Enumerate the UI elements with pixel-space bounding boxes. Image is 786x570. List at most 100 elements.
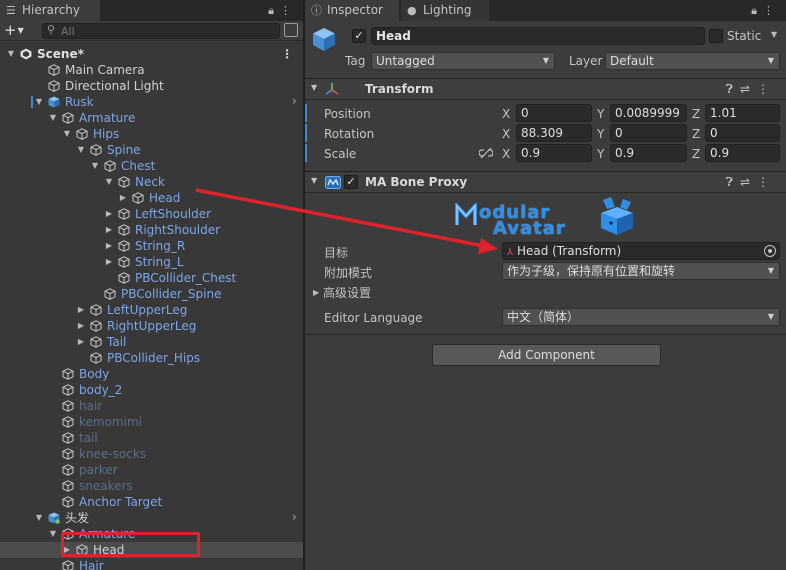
hierarchy-row[interactable]: ▶ String_L <box>0 254 303 270</box>
search-input[interactable] <box>61 24 271 38</box>
expand-right-icon[interactable]: ▶ <box>104 222 114 238</box>
hierarchy-row[interactable]: ▼ Spine <box>0 142 303 158</box>
expand-right-icon[interactable]: ▶ <box>118 190 128 206</box>
foldout-arrow-icon[interactable]: ▼ <box>311 176 317 185</box>
expand-right-icon[interactable]: ▶ <box>104 206 114 222</box>
filter-icon[interactable] <box>284 23 298 37</box>
hierarchy-row[interactable]: body_2 <box>0 382 303 398</box>
expand-down-icon[interactable]: ▼ <box>62 126 72 142</box>
hierarchy-row[interactable]: ▶ RightShoulder <box>0 222 303 238</box>
lock-icon[interactable]: 🔒︎ <box>751 4 763 17</box>
bone-proxy-header[interactable]: ▼ ✓ MA Bone Proxy ❓︎⇌⋮ <box>305 171 786 193</box>
expand-down-icon[interactable]: ▼ <box>48 526 58 542</box>
chevron-down-icon[interactable]: ▼ <box>771 30 777 39</box>
expand-right-icon[interactable]: ▶ <box>104 254 114 270</box>
target-label: 目标 <box>324 246 349 260</box>
hierarchy-row[interactable]: Hair <box>0 558 303 570</box>
expand-down-icon[interactable]: ▼ <box>76 142 86 158</box>
static-checkbox[interactable] <box>709 29 723 43</box>
info-icon: ⓘ <box>311 4 322 17</box>
position-x-field[interactable]: 0 <box>516 104 592 122</box>
expand-down-icon[interactable]: ▼ <box>34 510 44 526</box>
hierarchy-row[interactable]: tail <box>0 430 303 446</box>
kebab-menu-icon[interactable]: ⋮ <box>757 82 776 96</box>
override-marker <box>305 104 307 122</box>
kebab-menu-icon[interactable]: ⋮ <box>280 4 297 17</box>
hierarchy-row[interactable]: PBCollider_Hips <box>0 350 303 366</box>
hierarchy-row[interactable]: ▼ Chest <box>0 158 303 174</box>
constrain-proportions-icon[interactable] <box>479 147 493 159</box>
tag-dropdown[interactable]: Untagged ▼ <box>371 52 555 70</box>
add-component-button[interactable]: Add Component <box>432 344 661 366</box>
transform-header[interactable]: ▼ Transform ❓︎⇌⋮ <box>305 78 786 100</box>
hierarchy-row[interactable]: Main Camera <box>0 62 303 78</box>
hierarchy-row[interactable]: ▶ Tail <box>0 334 303 350</box>
attach-mode-dropdown[interactable]: 作为子级，保持原有位置和旋转 ▼ <box>502 262 780 280</box>
expand-down-icon[interactable]: ▼ <box>104 174 114 190</box>
rotation-x-field[interactable]: 88.309 <box>516 124 592 142</box>
expand-right-icon[interactable]: ▶ <box>104 238 114 254</box>
object-name-field[interactable]: Head <box>371 27 705 45</box>
hierarchy-row[interactable]: ▶ String_R <box>0 238 303 254</box>
hierarchy-row[interactable]: kemomimi <box>0 414 303 430</box>
target-object-field[interactable]: ⅄ Head (Transform) <box>502 242 780 260</box>
scale-x-field[interactable]: 0.9 <box>516 144 592 162</box>
advanced-settings-foldout[interactable]: ▶ 高级设置 <box>313 284 371 300</box>
hierarchy-row[interactable]: PBCollider_Chest <box>0 270 303 286</box>
expand-right-icon[interactable]: ▶ <box>76 302 86 318</box>
static-label: Static <box>727 29 762 43</box>
position-z-field[interactable]: 1.01 <box>705 104 780 122</box>
expand-down-icon[interactable]: ▼ <box>34 94 44 110</box>
position-y-field[interactable]: 0.0089999 <box>610 104 687 122</box>
hierarchy-row[interactable]: Anchor Target <box>0 494 303 510</box>
expand-down-icon[interactable]: ▼ <box>48 110 58 126</box>
hierarchy-row[interactable]: ▶ Head <box>0 190 303 206</box>
expand-right-icon[interactable]: ▶ <box>76 318 86 334</box>
kebab-menu-icon[interactable]: ⋮ <box>763 4 780 17</box>
hierarchy-row[interactable]: Directional Light <box>0 78 303 94</box>
hierarchy-row[interactable]: parker <box>0 462 303 478</box>
hierarchy-search[interactable]: ⚲ <box>42 23 280 39</box>
help-icon[interactable]: ❓︎ <box>726 175 740 189</box>
object-picker-icon[interactable] <box>764 245 776 257</box>
hierarchy-row[interactable]: ▶ RightUpperLeg <box>0 318 303 334</box>
kebab-menu-icon[interactable]: ⋮ <box>757 175 776 189</box>
tab-lighting[interactable]: ● Lighting <box>401 0 489 21</box>
layer-dropdown[interactable]: Default ▼ <box>605 52 780 70</box>
hierarchy-row[interactable]: hair <box>0 398 303 414</box>
hierarchy-row[interactable]: ▼ Armature <box>0 110 303 126</box>
tab-hierarchy[interactable]: ☰ Hierarchy <box>0 0 100 21</box>
rotation-y-field[interactable]: 0 <box>610 124 687 142</box>
rotation-z-field[interactable]: 0 <box>705 124 780 142</box>
create-button[interactable]: +▼ <box>4 22 24 39</box>
open-prefab-chevron-icon[interactable]: › <box>292 510 297 526</box>
preset-icon[interactable]: ⇌ <box>740 175 757 189</box>
expand-right-icon[interactable]: ▶ <box>76 334 86 350</box>
scale-z-field[interactable]: 0.9 <box>705 144 780 162</box>
kebab-menu-icon[interactable]: ⋮ <box>281 46 293 62</box>
active-checkbox[interactable]: ✓ <box>352 29 366 43</box>
editor-language-dropdown[interactable]: 中文（简体） ▼ <box>502 308 780 326</box>
scale-y-field[interactable]: 0.9 <box>610 144 687 162</box>
foldout-arrow-icon[interactable]: ▼ <box>311 83 317 92</box>
hierarchy-row[interactable]: sneakers <box>0 478 303 494</box>
hierarchy-row[interactable]: ▶ LeftShoulder <box>0 206 303 222</box>
hierarchy-row[interactable]: knee-socks <box>0 446 303 462</box>
hierarchy-row[interactable]: ▼ Rusk › <box>0 94 303 110</box>
lock-icon[interactable]: 🔒︎ <box>268 4 280 17</box>
hierarchy-row[interactable]: Body <box>0 366 303 382</box>
hierarchy-row[interactable]: PBCollider_Spine <box>0 286 303 302</box>
hierarchy-row[interactable]: ▼ Scene* ⋮ <box>0 46 303 62</box>
component-enabled-checkbox[interactable]: ✓ <box>344 175 358 189</box>
help-icon[interactable]: ❓︎ <box>726 82 740 96</box>
hierarchy-row[interactable]: ▼ 头发 › <box>0 510 303 526</box>
preset-icon[interactable]: ⇌ <box>740 82 757 96</box>
open-prefab-chevron-icon[interactable]: › <box>292 94 297 110</box>
expand-down-icon[interactable]: ▼ <box>6 46 16 62</box>
expand-down-icon[interactable]: ▼ <box>90 158 100 174</box>
tab-inspector[interactable]: ⓘ Inspector <box>305 0 399 21</box>
tab-inspector-label: Inspector <box>327 3 383 17</box>
hierarchy-row[interactable]: ▼ Hips <box>0 126 303 142</box>
hierarchy-row[interactable]: ▼ Neck <box>0 174 303 190</box>
hierarchy-row[interactable]: ▶ LeftUpperLeg <box>0 302 303 318</box>
